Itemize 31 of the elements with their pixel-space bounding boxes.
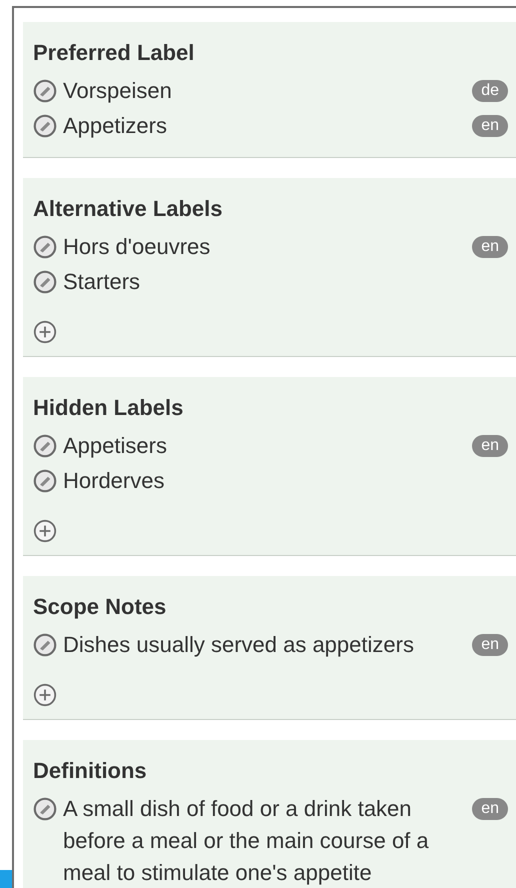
add-icon[interactable] [33, 320, 57, 344]
section-title: Definitions [33, 757, 148, 785]
section-title: Alternative Labels [33, 195, 224, 223]
edit-icon[interactable] [33, 235, 57, 259]
label-text: Starters [63, 268, 140, 296]
edit-icon[interactable] [33, 633, 57, 657]
edit-icon[interactable] [33, 114, 57, 138]
language-badge: en [472, 236, 508, 258]
section-title: Scope Notes [33, 593, 168, 621]
edit-icon[interactable] [33, 469, 57, 493]
section-title: Preferred Label [33, 39, 196, 67]
edit-icon[interactable] [33, 79, 57, 103]
add-icon[interactable] [33, 683, 57, 707]
add-icon[interactable] [33, 519, 57, 543]
language-badge: de [472, 80, 508, 102]
label-text: A small dish of food or a drink taken before a meal or the main course of a meal to stimulate one's appetite [63, 795, 430, 887]
label-text: Dishes usually served as appetizers [63, 631, 414, 659]
label-text: Appetisers [63, 432, 167, 460]
label-text: Appetizers [63, 112, 167, 140]
label-text: Hors d'oeuvres [63, 233, 210, 261]
edit-icon[interactable] [33, 270, 57, 294]
label-text: Horderves [63, 467, 164, 495]
language-badge: en [472, 634, 508, 656]
label-text: Vorspeisen [63, 77, 172, 105]
language-badge: en [472, 115, 508, 137]
language-badge: en [472, 798, 508, 820]
edit-icon[interactable] [33, 797, 57, 821]
language-badge: en [472, 435, 508, 457]
edge-marker [0, 870, 12, 888]
section-title: Hidden Labels [33, 394, 184, 422]
edit-icon[interactable] [33, 434, 57, 458]
